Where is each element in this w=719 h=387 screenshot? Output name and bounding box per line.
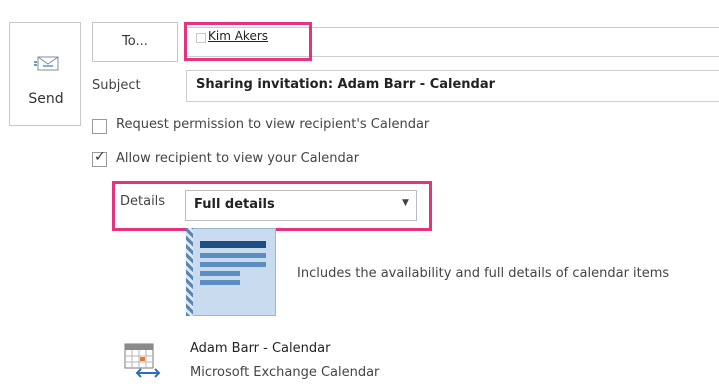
subject-value[interactable]: Sharing invitation: Adam Barr - Calendar [196,77,495,92]
preview-line [200,262,266,267]
preview-line [200,253,266,258]
to-button[interactable]: To... [92,22,178,62]
preview-description: Includes the availability and full detai… [297,266,670,281]
request-permission-label[interactable]: Request permission to view recipient's C… [116,117,429,132]
send-button[interactable]: Send [9,22,81,126]
allow-view-label[interactable]: Allow recipient to view your Calendar [116,151,359,166]
details-highlight-frame [112,181,432,231]
request-permission-checkbox[interactable] [92,119,107,134]
subject-label: Subject [92,78,141,93]
preview-line [200,241,266,248]
send-mail-icon [34,56,59,71]
to-highlight-frame [184,22,312,61]
calendar-share-icon [124,343,161,378]
preview-line [200,280,240,285]
preview-edge [186,228,193,316]
send-button-label: Send [28,91,64,107]
calendar-type: Microsoft Exchange Calendar [190,365,380,380]
preview-line [200,271,240,276]
calendar-name: Adam Barr - Calendar [190,341,331,356]
checkmark-icon: ✓ [94,149,106,165]
